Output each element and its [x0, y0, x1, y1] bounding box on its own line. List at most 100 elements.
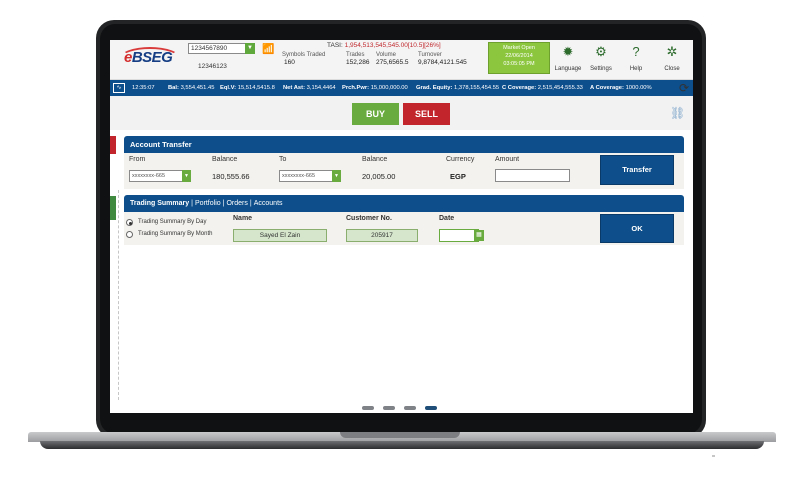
info-time: 12:35:07 [132, 85, 155, 91]
logo-text: eBSEG [124, 49, 173, 66]
trades-stat: Trades 152,286 [346, 52, 370, 66]
currency-value: EGP [450, 172, 466, 181]
bal-label: Bal: [168, 85, 179, 91]
netast-value: 3,154,4464 [306, 85, 336, 91]
account-transfer-title: Account Transfer [124, 136, 684, 153]
tab-bar: Trading Summary | Portfolio | Orders | Account… [124, 195, 684, 212]
chevron-down-icon[interactable]: ▼ [182, 170, 191, 182]
date-label: Date [439, 215, 455, 222]
volume-stat: Volume 275,6565.5 [376, 52, 409, 66]
settings-label: Settings [590, 66, 612, 72]
info-ccoverage: C Coverage: 2,515,454,555.33 [502, 80, 583, 96]
ok-button[interactable]: OK [600, 214, 674, 243]
turnover-stat: Turnover 9,8784,4121.545 [418, 52, 467, 66]
eqlv-label: Eql.V: [220, 85, 237, 91]
radio-by-day[interactable] [126, 219, 133, 226]
calendar-icon[interactable]: ▦ [474, 230, 484, 241]
tab-separator: | [191, 200, 193, 207]
from-balance-label: Balance [212, 156, 238, 163]
signal-icon: 📶 [262, 44, 275, 55]
radio-by-day-label: Trading Summary By Day [138, 219, 207, 225]
chevron-down-icon[interactable]: ▼ [245, 43, 255, 54]
radio-by-month-label: Trading Summary By Month [138, 231, 213, 237]
chart-icon[interactable]: ∿ [113, 83, 125, 93]
refresh-icon[interactable]: ⟳ [677, 81, 691, 95]
transfer-button[interactable]: Transfer [600, 155, 674, 185]
symbols-traded-stat: Symbols Traded 160 [282, 52, 325, 66]
gradequity-value: 1,378,155,454.55 [454, 85, 500, 91]
netast-label: Net Ast: [283, 85, 306, 91]
close-label: Close [664, 66, 680, 72]
amount-label: Amount [495, 156, 520, 163]
help-icon: ? [632, 44, 640, 59]
gradequity-label: Grad. Equity: [416, 85, 453, 91]
help-button[interactable]: ? Help [620, 43, 652, 77]
side-divider [118, 190, 119, 400]
prchpwr-value: 15,000,000.00 [370, 85, 408, 91]
tab-trading-summary[interactable]: Trading Summary [130, 195, 189, 212]
market-status-box: Market Open 22/06/2014 03:05:05 PM [488, 42, 550, 74]
account-info-bar: ∿ 12:35:07 Bal: 3,554,451.45 Eql.V: 15,5… [110, 80, 693, 96]
info-gradequity: Grad. Equity: 1,378,155,454.55 [416, 80, 499, 96]
link-icon[interactable]: ⛓ [670, 106, 685, 120]
tasi-label: TASI: [327, 42, 343, 49]
name-field: Sayed El Zain [233, 229, 327, 242]
account-sub-number: 12346123 [198, 63, 227, 70]
tasi-index: TASI: 1,954,513,545,545.00[10.5][26%] [327, 42, 441, 49]
globe-icon: ✹ [562, 44, 574, 59]
radio-by-month[interactable] [126, 231, 133, 238]
help-label: Help [629, 66, 643, 72]
info-netast: Net Ast: 3,154,4464 [283, 80, 336, 96]
amount-input[interactable] [495, 169, 570, 182]
tasi-value: 1,954,513,545,545.00[10.5][26%] [344, 42, 441, 49]
market-status: Market Open [503, 45, 535, 51]
currency-label: Currency [446, 156, 475, 163]
side-tab-sell[interactable] [110, 136, 116, 154]
to-label: To [279, 156, 287, 163]
from-label: From [129, 156, 146, 163]
screen: eBSEG 1234567890 ▼ 12346123 📶 TASI: 1,95… [110, 40, 693, 413]
date-input[interactable] [439, 229, 479, 242]
gear-icon: ⚙ [595, 44, 607, 59]
eqlv-value: 15,514,5415.8 [237, 85, 275, 91]
laptop-base-bottom [40, 441, 764, 449]
info-balance: Bal: 3,554,451.45 [168, 80, 214, 96]
from-balance-value: 180,555.66 [212, 172, 250, 181]
side-tab-buy[interactable] [110, 196, 116, 220]
pager-dot[interactable] [383, 406, 395, 410]
tab-portfolio[interactable]: Portfolio [195, 195, 221, 212]
buy-button[interactable]: BUY [352, 103, 399, 125]
close-button[interactable]: ✲ Close [656, 43, 688, 77]
turnover-value: 9,8784,4121.545 [418, 59, 467, 66]
volume-value: 275,6565.5 [376, 59, 409, 66]
sell-button[interactable]: SELL [403, 103, 450, 125]
acoverage-label: A Coverage: [590, 85, 624, 91]
info-prchpwr: Prch.Pwr: 15,000,000.00 [342, 80, 408, 96]
customer-no-field: 205917 [346, 229, 418, 242]
tab-orders[interactable]: Orders [226, 195, 247, 212]
pager-dot[interactable] [362, 406, 374, 410]
logo: eBSEG [116, 47, 182, 71]
info-acoverage: A Coverage: 1000.00% [590, 80, 652, 96]
language-button[interactable]: ✹ Language [552, 43, 584, 77]
symbols-traded-value: 160 [284, 59, 295, 66]
volume-label: Volume [376, 52, 397, 58]
language-label: Language [554, 66, 582, 72]
tab-separator: | [249, 200, 252, 207]
trade-action-row [110, 96, 693, 130]
symbols-traded-label: Symbols Traded [282, 52, 326, 58]
turnover-label: Turnover [418, 52, 442, 58]
tab-separator: | [222, 200, 225, 207]
chevron-down-icon[interactable]: ▼ [332, 170, 341, 182]
customer-no-label: Customer No. [346, 215, 392, 222]
trades-value: 152,286 [346, 59, 370, 66]
decorative-mark [712, 455, 715, 457]
pager-dot-active[interactable] [425, 406, 437, 410]
ccoverage-value: 2,515,454,555.33 [537, 85, 583, 91]
settings-button[interactable]: ⚙ Settings [585, 43, 617, 77]
market-time: 03:05:05 PM [503, 61, 535, 67]
tab-accounts[interactable]: Accounts [254, 195, 283, 212]
laptop-notch [340, 432, 460, 438]
app-header: eBSEG 1234567890 ▼ 12346123 📶 TASI: 1,95… [110, 40, 693, 80]
pager-dot[interactable] [404, 406, 416, 410]
